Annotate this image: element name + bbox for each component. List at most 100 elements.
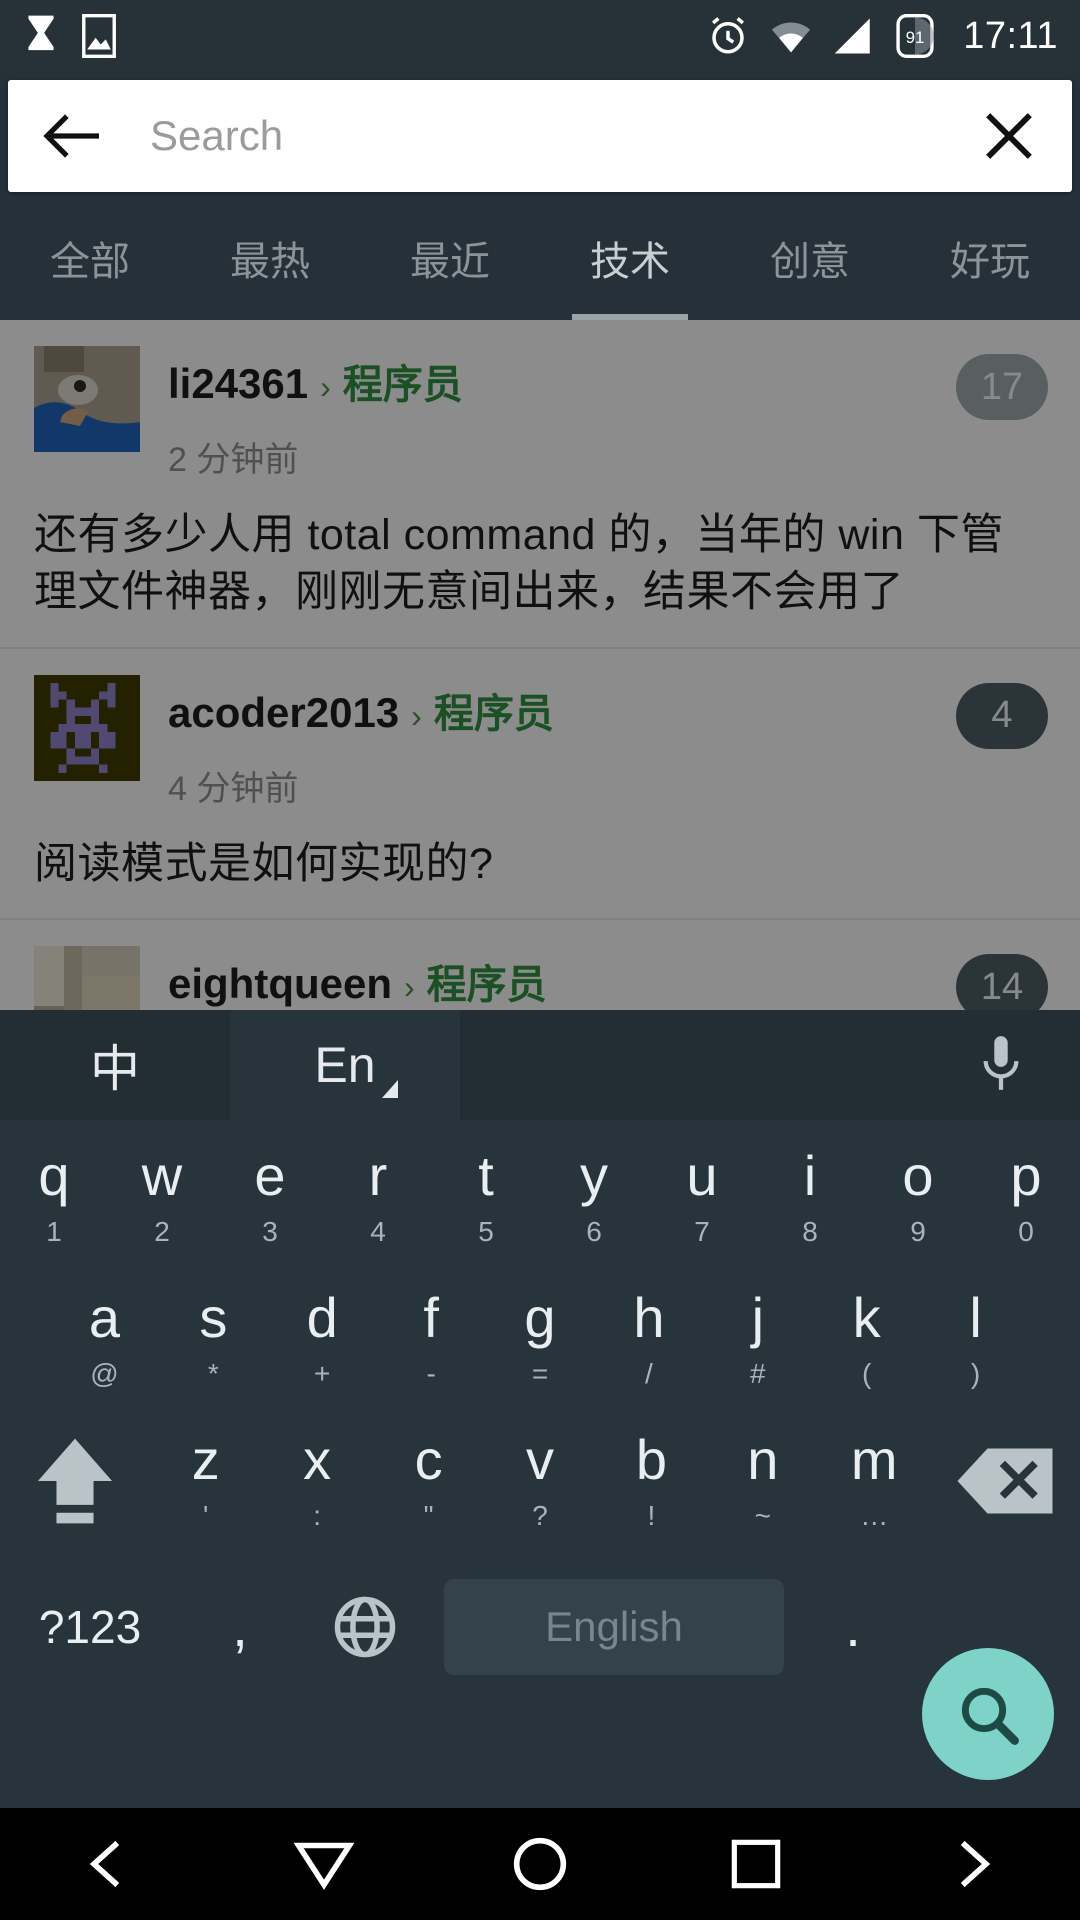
back-icon[interactable] bbox=[0, 1836, 216, 1892]
tab-fun[interactable]: 好玩 bbox=[900, 196, 1080, 320]
key-d[interactable]: d + bbox=[268, 1268, 377, 1410]
backspace-key[interactable] bbox=[930, 1410, 1080, 1552]
signal-icon bbox=[833, 16, 875, 56]
list-item[interactable]: 14 eightqueen › 程序员 bbox=[0, 920, 1080, 1010]
key-y[interactable]: y6 bbox=[540, 1126, 648, 1268]
search-action-button[interactable] bbox=[922, 1648, 1054, 1780]
keyboard-row-1: q1 w2 e3 r4 t5 y6 u7 i8 o9 p0 bbox=[0, 1126, 1080, 1268]
keyboard-toolbar: 中 En bbox=[0, 1010, 1080, 1120]
globe-icon[interactable] bbox=[300, 1556, 430, 1698]
comma-key[interactable]: , bbox=[180, 1556, 300, 1698]
key-e[interactable]: e3 bbox=[216, 1126, 324, 1268]
key-m[interactable]: m… bbox=[819, 1410, 930, 1552]
key-t[interactable]: t5 bbox=[432, 1126, 540, 1268]
key-n[interactable]: n ~ bbox=[707, 1410, 818, 1552]
language-english-button[interactable]: En bbox=[230, 1010, 460, 1120]
tab-tech[interactable]: 技术 bbox=[540, 196, 720, 320]
key-b[interactable]: b! bbox=[596, 1410, 707, 1552]
home-icon[interactable] bbox=[432, 1836, 648, 1892]
svg-text:91: 91 bbox=[906, 28, 925, 47]
shift-key[interactable] bbox=[0, 1410, 150, 1552]
key-o[interactable]: o9 bbox=[864, 1126, 972, 1268]
list-item[interactable]: 4 acoder2013 › 程序员 4 分钟前 阅读模式是如何实现的? bbox=[0, 649, 1080, 921]
forward-icon[interactable] bbox=[864, 1836, 1080, 1892]
soft-keyboard: 中 En q1 w2 e3 r4 t5 y6 u 7 i 8 o 9 p 0 a… bbox=[0, 1010, 1080, 1808]
microphone-icon[interactable] bbox=[978, 1032, 1024, 1099]
status-bar-clock: 17:11 bbox=[963, 14, 1058, 57]
key-hint: : bbox=[313, 1500, 322, 1531]
key-v[interactable]: v? bbox=[484, 1410, 595, 1552]
key-k[interactable]: k( bbox=[812, 1268, 921, 1410]
tab-hottest[interactable]: 最热 bbox=[180, 196, 360, 320]
down-icon[interactable] bbox=[216, 1836, 432, 1892]
key-x[interactable]: x: bbox=[261, 1410, 372, 1552]
key-h[interactable]: h / bbox=[594, 1268, 703, 1410]
tab-creative[interactable]: 创意 bbox=[720, 196, 900, 320]
key-c[interactable]: c " bbox=[373, 1410, 484, 1552]
key-label: e bbox=[254, 1144, 286, 1207]
key-j[interactable]: j # bbox=[703, 1268, 812, 1410]
key-label: c bbox=[414, 1428, 443, 1491]
language-chinese-label: 中 bbox=[90, 1041, 140, 1097]
key-p[interactable]: p0 bbox=[972, 1126, 1080, 1268]
post-username[interactable]: acoder2013 bbox=[168, 689, 399, 737]
key-hint: ' bbox=[203, 1500, 209, 1531]
key-label: o bbox=[902, 1144, 934, 1207]
post-username[interactable]: li24361 bbox=[168, 360, 308, 408]
reply-count-badge: 14 bbox=[956, 954, 1048, 1010]
key-label: v bbox=[525, 1428, 554, 1491]
post-username[interactable]: eightqueen bbox=[168, 960, 392, 1008]
key-hint: " bbox=[423, 1500, 434, 1531]
key-hint: ) bbox=[970, 1358, 981, 1389]
list-item[interactable]: 17 li24361 › 程序员 2 分钟前 还有多少人用 total comm… bbox=[0, 320, 1080, 649]
period-key[interactable]: . bbox=[798, 1556, 908, 1698]
reply-count-badge: 17 bbox=[956, 354, 1048, 420]
post-node[interactable]: 程序员 bbox=[427, 952, 547, 1010]
key-hint: * bbox=[207, 1358, 219, 1389]
key-label: w bbox=[141, 1144, 183, 1207]
post-body: 阅读模式是如何实现的? bbox=[34, 839, 494, 888]
tab-recent[interactable]: 最近 bbox=[360, 196, 540, 320]
search-input[interactable] bbox=[150, 112, 976, 160]
tab-label: 创意 bbox=[770, 240, 850, 284]
key-label: l bbox=[969, 1286, 982, 1349]
recents-icon[interactable] bbox=[648, 1838, 864, 1890]
numeric-key[interactable]: ?123 bbox=[0, 1556, 180, 1698]
key-i[interactable]: i8 bbox=[756, 1126, 864, 1268]
keyboard-rows: q1 w2 e3 r4 t5 y6 u7 i8 o9 p0 a @ s * d + f… bbox=[0, 1120, 1080, 1702]
key-q[interactable]: q1 bbox=[0, 1126, 108, 1268]
battery-icon: 91 bbox=[895, 14, 935, 58]
language-chinese-button[interactable]: 中 bbox=[0, 1010, 230, 1120]
key-hint: ~ bbox=[754, 1500, 772, 1531]
dropdown-corner-icon bbox=[382, 1080, 398, 1098]
status-bar: 91 17:11 bbox=[0, 0, 1080, 72]
keyboard-row-2: a @ s * d + f- g = h / j # k( l) bbox=[0, 1268, 1080, 1410]
key-u[interactable]: u7 bbox=[648, 1126, 756, 1268]
tab-label: 好玩 bbox=[950, 240, 1030, 284]
back-arrow-icon[interactable] bbox=[38, 103, 104, 169]
key-hint: # bbox=[750, 1358, 766, 1389]
key-hint: - bbox=[426, 1358, 436, 1389]
key-label: a bbox=[88, 1286, 121, 1349]
post-node[interactable]: 程序员 bbox=[343, 352, 463, 410]
key-label: g bbox=[524, 1286, 556, 1349]
key-s[interactable]: s * bbox=[159, 1268, 268, 1410]
key-z[interactable]: z ' bbox=[150, 1410, 261, 1552]
key-label: s bbox=[199, 1286, 228, 1349]
key-l[interactable]: l) bbox=[921, 1268, 1030, 1410]
clear-icon[interactable] bbox=[976, 103, 1042, 169]
tab-all[interactable]: 全部 bbox=[0, 196, 180, 320]
post-node[interactable]: 程序员 bbox=[434, 681, 554, 739]
key-label: u bbox=[686, 1144, 718, 1207]
key-f[interactable]: f- bbox=[377, 1268, 486, 1410]
alarm-icon bbox=[707, 15, 749, 57]
tab-label: 最近 bbox=[410, 240, 490, 284]
key-r[interactable]: r4 bbox=[324, 1126, 432, 1268]
key-w[interactable]: w2 bbox=[108, 1126, 216, 1268]
post-list[interactable]: 17 li24361 › 程序员 2 分钟前 还有多少人用 total comm… bbox=[0, 320, 1080, 1010]
key-hint: 2 bbox=[154, 1216, 170, 1247]
key-g[interactable]: g = bbox=[486, 1268, 595, 1410]
language-english-label: En bbox=[314, 1037, 376, 1093]
key-a[interactable]: a @ bbox=[50, 1268, 159, 1410]
space-key[interactable]: English bbox=[444, 1579, 784, 1675]
